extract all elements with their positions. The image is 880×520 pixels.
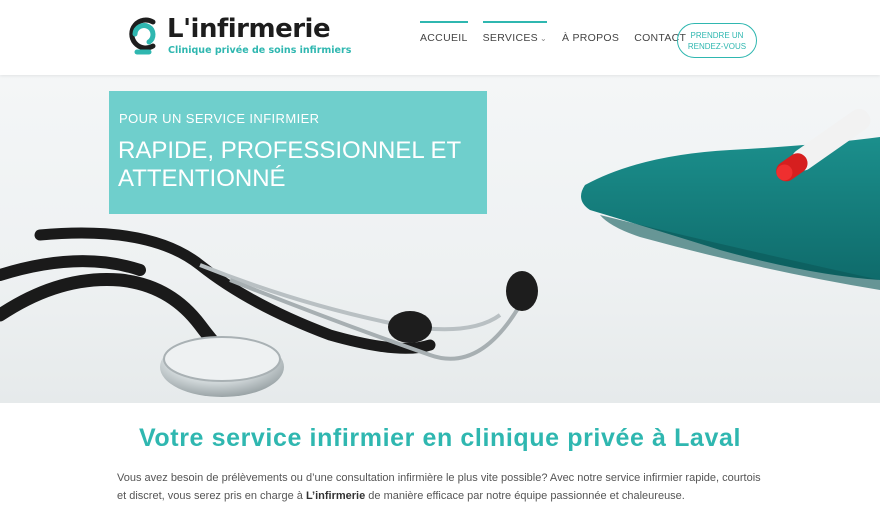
nav-item-services-label: Services <box>482 31 538 44</box>
logo[interactable]: L'infirmerie Clinique privée de soins in… <box>123 12 351 62</box>
nav-item-services[interactable]: Services ⌄ <box>482 20 548 48</box>
book-appointment-button[interactable]: Prendre un rendez-vous <box>677 23 757 58</box>
site-header: L'infirmerie Clinique privée de soins in… <box>0 0 880 75</box>
hero-kicker: POUR UN SERVICE INFIRMIER <box>119 111 320 126</box>
logo-mark-icon <box>129 17 156 55</box>
brand-tagline: Clinique privée de soins infirmiers <box>168 45 352 56</box>
chevron-down-icon: ⌄ <box>539 33 547 43</box>
page-title: Votre service infirmier en clinique priv… <box>138 424 741 452</box>
hero-banner: POUR UN SERVICE INFIRMIER RAPIDE, PROFES… <box>0 75 880 403</box>
hero-text-box: POUR UN SERVICE INFIRMIER RAPIDE, PROFES… <box>109 91 487 214</box>
main-nav: Accueil Services ⌄ À propos Contact <box>420 0 701 75</box>
intro-paragraph: Vous avez besoin de prélèvements ou d’un… <box>117 469 772 505</box>
hero-title: RAPIDE, PROFESSIONNEL ET ATTENTIONNÉ <box>118 137 461 192</box>
intro-text-2: de manière efficace par notre équipe pas… <box>365 490 685 502</box>
nav-item-accueil[interactable]: Accueil <box>420 20 468 48</box>
brand-name: L'infirmerie <box>167 14 331 44</box>
nav-item-a-propos[interactable]: À propos <box>562 28 619 48</box>
intro-brand-bold: L’infirmerie <box>305 490 366 502</box>
